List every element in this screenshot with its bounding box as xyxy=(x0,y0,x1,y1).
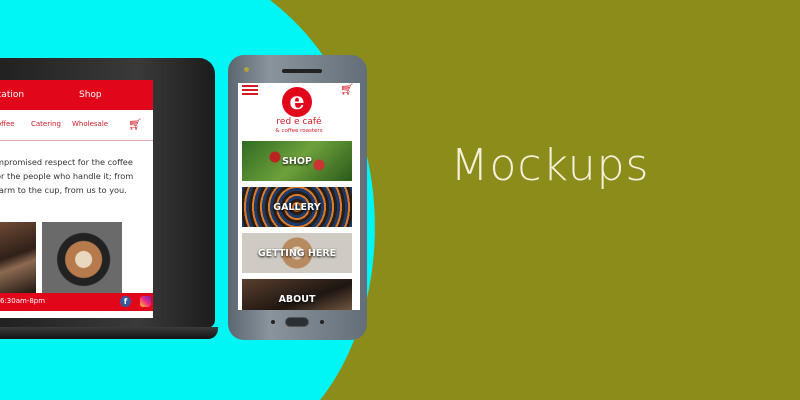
laptop-screen: Location Shop Coffee Catering Wholesale … xyxy=(0,80,153,318)
brand-tagline: & coffee roasters xyxy=(275,128,323,134)
subnav-item-catering[interactable]: Catering xyxy=(31,120,61,128)
phone-screen: 🛒︎ e red e café & coffee roasters SHOP G… xyxy=(238,83,360,310)
phone-sensor-dot xyxy=(271,320,275,324)
page-heading: Mockups xyxy=(450,140,650,191)
opening-hours: 6:30am-8pm xyxy=(0,297,46,305)
intro-line: farm to the cup, from us to you. xyxy=(0,185,127,195)
phone-sensor-dot xyxy=(320,320,324,324)
shopping-cart-icon[interactable]: 🛒︎ xyxy=(128,118,142,131)
laptop-base xyxy=(0,327,218,339)
laptop-mockup: Location Shop Coffee Catering Wholesale … xyxy=(0,58,215,328)
brand-logo: e xyxy=(282,87,312,117)
tile-about[interactable]: ABOUT xyxy=(242,279,352,310)
phone-speaker xyxy=(282,69,322,73)
tile-gallery[interactable]: GALLERY xyxy=(242,187,352,227)
laptop-intro-text: mpromised respect for the coffee or the … xyxy=(0,141,153,197)
laptop-photos xyxy=(0,222,153,294)
intro-line: or the people who handle it; from xyxy=(0,171,134,181)
brand-name: red e café xyxy=(276,117,322,127)
hamburger-menu-icon[interactable] xyxy=(242,85,258,95)
tile-getting-here[interactable]: GETTING HERE xyxy=(242,233,352,273)
tile-shop[interactable]: SHOP xyxy=(242,141,352,181)
nav-item-shop[interactable]: Shop xyxy=(79,90,102,100)
phone-mockup: 🛒︎ e red e café & coffee roasters SHOP G… xyxy=(228,55,367,340)
laptop-sub-nav: Coffee Catering Wholesale 🛒︎ xyxy=(0,118,153,134)
phone-home-button xyxy=(285,317,309,327)
nav-item-location[interactable]: Location xyxy=(0,90,24,100)
shopping-cart-icon[interactable]: 🛒︎ xyxy=(340,83,354,96)
laptop-nav-bar: Location Shop xyxy=(0,80,153,110)
subnav-item-wholesale[interactable]: Wholesale xyxy=(72,120,108,128)
instagram-icon[interactable] xyxy=(140,296,151,307)
facebook-icon[interactable]: f xyxy=(120,296,131,307)
subnav-item-coffee[interactable]: Coffee xyxy=(0,120,15,128)
laptop-footer: 6:30am-8pm f xyxy=(0,293,153,311)
latte-art-photo xyxy=(42,222,122,294)
cafe-interior-photo xyxy=(0,222,36,294)
phone-camera xyxy=(244,67,249,72)
intro-line: mpromised respect for the coffee xyxy=(0,157,133,167)
